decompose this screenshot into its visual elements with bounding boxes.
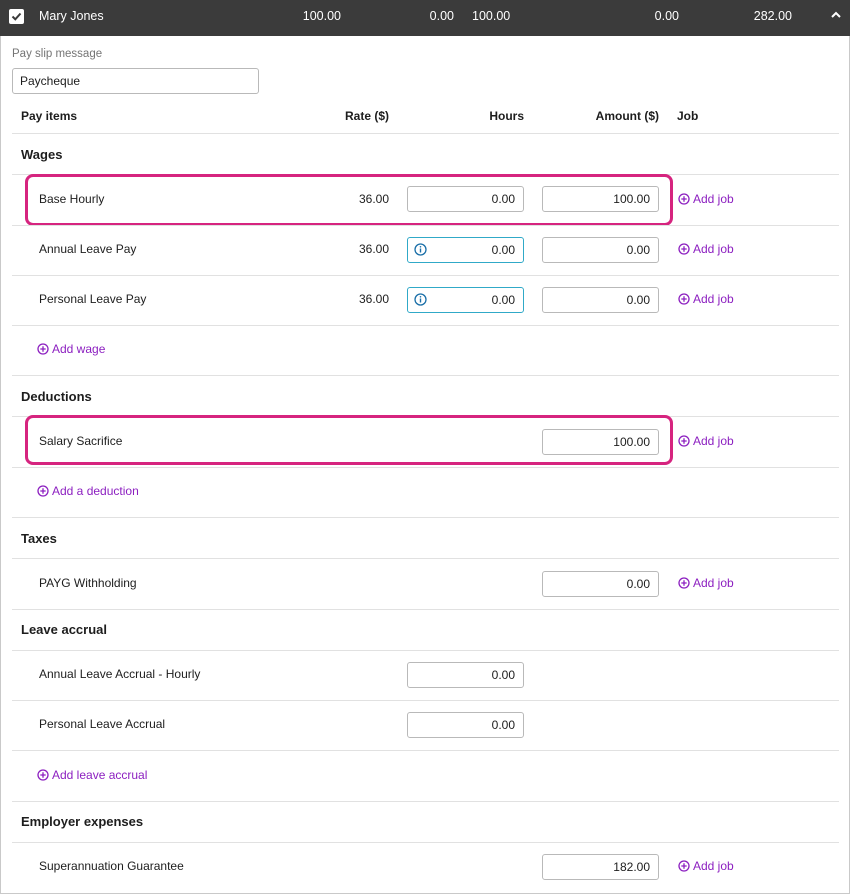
- pay-item-name: Superannuation Guarantee: [39, 859, 184, 873]
- column-header-pay-items: Pay items: [21, 109, 78, 123]
- info-icon[interactable]: [414, 243, 427, 256]
- pay-item-name: Personal Leave Accrual: [39, 717, 166, 731]
- add-job-link[interactable]: Add job: [678, 292, 734, 306]
- pay-item-name: Personal Leave Pay: [39, 292, 147, 306]
- add-job-label: Add job: [693, 242, 734, 256]
- divider: [12, 325, 839, 326]
- plus-circle-icon: [37, 769, 49, 781]
- amount-input[interactable]: 0.00: [542, 287, 659, 313]
- plus-circle-icon: [37, 343, 49, 355]
- add-job-link[interactable]: Add job: [678, 242, 734, 256]
- pay-item-rate: 36.00: [358, 192, 389, 206]
- checkbox-checked-icon[interactable]: [9, 9, 24, 24]
- divider: [12, 750, 839, 751]
- hours-value: 0.00: [491, 293, 515, 307]
- divider: [12, 225, 839, 226]
- add-job-label: Add job: [693, 576, 734, 590]
- hours-input[interactable]: 0.00: [407, 237, 524, 263]
- add-job-label: Add job: [693, 292, 734, 306]
- add-wage-label: Add wage: [52, 342, 106, 356]
- plus-circle-icon: [678, 243, 690, 255]
- divider: [12, 467, 839, 468]
- pay-slip-message-input[interactable]: [12, 68, 259, 94]
- add-job-link[interactable]: Add job: [678, 859, 734, 873]
- amount-input[interactable]: 0.00: [542, 571, 659, 597]
- plus-circle-icon: [37, 485, 49, 497]
- add-job-label: Add job: [693, 434, 734, 448]
- add-leave-accrual-link[interactable]: Add leave accrual: [37, 768, 147, 782]
- pay-item-rate: 36.00: [358, 242, 389, 256]
- add-job-label: Add job: [693, 859, 734, 873]
- add-job-label: Add job: [693, 192, 734, 206]
- section-title-employer-expenses: Employer expenses: [21, 814, 144, 829]
- amount-input[interactable]: 182.00: [542, 854, 659, 880]
- divider: [12, 700, 839, 701]
- pay-item-rate: 36.00: [358, 292, 389, 306]
- pay-item-name: Base Hourly: [39, 192, 105, 206]
- hours-input[interactable]: 0.00: [407, 287, 524, 313]
- add-job-link[interactable]: Add job: [678, 576, 734, 590]
- plus-circle-icon: [678, 293, 690, 305]
- plus-circle-icon: [678, 577, 690, 589]
- hours-input[interactable]: 0.00: [407, 712, 524, 738]
- hours-input[interactable]: 0.00: [407, 662, 524, 688]
- amount-input[interactable]: 100.00: [542, 186, 659, 212]
- chevron-up-icon[interactable]: [830, 10, 842, 20]
- add-leave-accrual-label: Add leave accrual: [52, 768, 148, 782]
- divider: [12, 517, 839, 518]
- column-header-amount: Amount ($): [595, 109, 659, 123]
- divider: [12, 801, 839, 802]
- pay-item-name: Annual Leave Accrual - Hourly: [39, 667, 201, 681]
- hours-input[interactable]: 0.00: [407, 186, 524, 212]
- column-header-hours: Hours: [489, 109, 524, 123]
- pay-slip-message-label: Pay slip message: [12, 48, 103, 60]
- amount-input[interactable]: 100.00: [542, 429, 659, 455]
- divider: [12, 275, 839, 276]
- section-title-deductions: Deductions: [21, 389, 92, 404]
- divider: [12, 650, 839, 651]
- info-icon[interactable]: [414, 293, 427, 306]
- divider: [12, 375, 839, 376]
- summary-value-3: 100.00: [472, 9, 511, 23]
- plus-circle-icon: [678, 860, 690, 872]
- section-title-taxes: Taxes: [21, 531, 57, 546]
- pay-item-name: PAYG Withholding: [39, 576, 137, 590]
- column-header-job: Job: [677, 109, 699, 123]
- hours-value: 0.00: [491, 243, 515, 257]
- add-deduction-link[interactable]: Add a deduction: [37, 484, 139, 498]
- amount-input[interactable]: 0.00: [542, 237, 659, 263]
- divider: [12, 609, 839, 610]
- divider: [12, 133, 839, 134]
- add-deduction-label: Add a deduction: [52, 484, 139, 498]
- column-header-rate: Rate ($): [344, 109, 389, 123]
- employee-summary-row[interactable]: Mary Jones 100.00 0.00 100.00 0.00 282.0…: [0, 0, 850, 36]
- plus-circle-icon: [678, 193, 690, 205]
- add-job-link[interactable]: Add job: [678, 192, 734, 206]
- summary-value-1: 100.00: [302, 9, 341, 23]
- summary-value-5: 282.00: [753, 9, 792, 23]
- plus-circle-icon: [678, 435, 690, 447]
- divider: [12, 558, 839, 559]
- summary-value-4: 0.00: [654, 9, 679, 23]
- pay-item-name: Annual Leave Pay: [39, 242, 137, 256]
- summary-value-2: 0.00: [429, 9, 454, 23]
- divider: [12, 842, 839, 843]
- section-title-wages: Wages: [21, 147, 63, 162]
- add-wage-link[interactable]: Add wage: [37, 342, 105, 356]
- section-title-leave-accrual: Leave accrual: [21, 622, 108, 637]
- pay-item-name: Salary Sacrifice: [39, 434, 123, 448]
- employee-name: Mary Jones: [39, 9, 104, 23]
- add-job-link[interactable]: Add job: [678, 434, 734, 448]
